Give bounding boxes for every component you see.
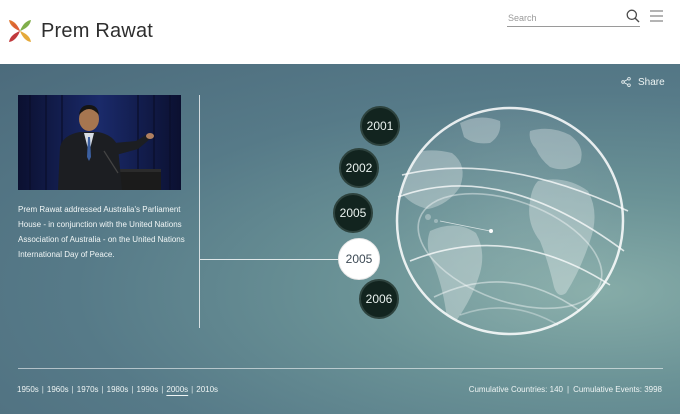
share-button[interactable]: Share bbox=[621, 75, 665, 89]
share-label: Share bbox=[638, 76, 665, 88]
speaker-photo bbox=[18, 95, 181, 190]
timeline-stage: Share Prem Rawat addressed Australia's P… bbox=[0, 64, 680, 414]
location-marker[interactable] bbox=[489, 229, 493, 233]
decade-nav: 1950s | 1960s | 1970s | 1980s | 1990s | … bbox=[17, 385, 221, 394]
event-photo[interactable] bbox=[18, 95, 181, 190]
decade-link[interactable]: 1950s bbox=[17, 385, 42, 394]
countries-count: Cumulative Countries: 140 bbox=[468, 385, 563, 394]
timeline-connector bbox=[200, 259, 341, 260]
decade-link[interactable]: 1970s bbox=[74, 385, 102, 394]
menu-icon[interactable] bbox=[650, 10, 663, 22]
decade-link-selected[interactable]: 2000s bbox=[163, 385, 191, 394]
events-count: Cumulative Events: 3998 bbox=[573, 385, 662, 394]
decade-link[interactable]: 2010s bbox=[193, 385, 221, 394]
globe-graphic[interactable] bbox=[390, 101, 630, 341]
cumulative-stats: Cumulative Countries: 140 | Cumulative E… bbox=[469, 385, 662, 394]
decade-link[interactable]: 1980s bbox=[104, 385, 132, 394]
year-bubble-active[interactable]: 2005 bbox=[338, 238, 380, 280]
site-header: Prem Rawat bbox=[0, 0, 680, 64]
search-input[interactable] bbox=[507, 9, 640, 27]
year-bubble[interactable]: 2002 bbox=[339, 148, 379, 188]
brand-name[interactable]: Prem Rawat bbox=[41, 20, 153, 43]
stats-separator: | bbox=[566, 385, 570, 394]
footer-divider bbox=[18, 368, 663, 369]
year-bubble[interactable]: 2005 bbox=[333, 193, 373, 233]
decade-link[interactable]: 1990s bbox=[134, 385, 162, 394]
event-description: Prem Rawat addressed Australia's Parliam… bbox=[18, 205, 185, 259]
search-icon[interactable] bbox=[626, 9, 640, 23]
decade-link[interactable]: 1960s bbox=[44, 385, 72, 394]
logo-icon[interactable] bbox=[7, 18, 33, 44]
timeline-divider bbox=[199, 95, 200, 328]
share-icon bbox=[621, 77, 631, 87]
